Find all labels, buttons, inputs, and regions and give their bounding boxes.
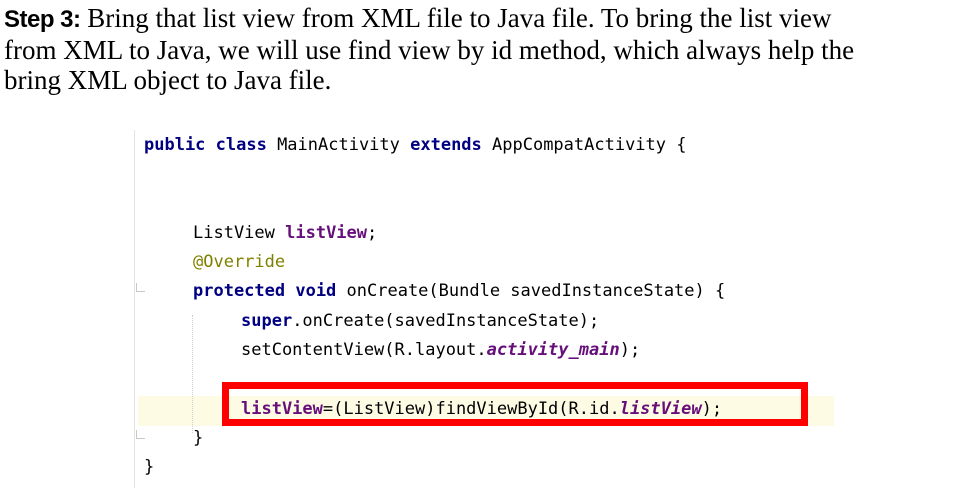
instruction-paragraph: Step 3: Bring that list view from XML fi… [4, 3, 949, 95]
code-text: } [193, 428, 204, 448]
code-line-annotation: @Override [193, 251, 285, 273]
field-name: activity_main [486, 340, 620, 360]
code-text: ; [367, 223, 378, 243]
code-text: AppCompatActivity { [481, 135, 687, 155]
keyword: super [241, 311, 293, 331]
code-line-super-call: super.onCreate(savedInstanceState); [241, 310, 599, 332]
code-line-method-decl: protected void onCreate(Bundle savedInst… [193, 280, 725, 302]
code-text: setContentView(R.layout. [241, 340, 487, 360]
editor-gutter-line [134, 130, 135, 488]
annotation: @Override [193, 252, 286, 272]
paragraph-line-2: from XML to Java, we will use find view … [4, 35, 855, 65]
fold-marker-icon [136, 430, 145, 439]
indent-guide [192, 315, 194, 433]
fold-marker-icon [136, 283, 145, 292]
code-line-class-decl: public class MainActivity extends AppCom… [144, 134, 686, 156]
field-name: listView [285, 223, 368, 243]
keyword: protected void [193, 281, 337, 301]
code-line-method-close: } [193, 427, 203, 449]
class-name: MainActivity [266, 135, 411, 155]
code-line-field-decl: ListView listView; [193, 222, 377, 244]
keyword: public class [144, 135, 267, 155]
code-text: ); [619, 340, 641, 360]
keyword: extends [410, 135, 482, 155]
paragraph-line-1: Step 3: Bring that list view from XML fi… [4, 3, 949, 35]
paragraph-line-3: bring XML object to Java file. [4, 65, 332, 95]
code-line-set-content-view: setContentView(R.layout.activity_main); [241, 339, 640, 361]
paragraph-line-1-text: Bring that list view from XML file to Ja… [80, 3, 832, 33]
code-text: .onCreate(savedInstanceState); [292, 311, 600, 331]
red-highlight-box [222, 382, 808, 426]
code-text: ListView [193, 223, 286, 243]
step-label: Step 3: [4, 6, 81, 33]
code-screenshot: public class MainActivity extends AppCom… [134, 130, 834, 488]
code-line-class-close: } [144, 456, 154, 478]
code-text: } [144, 457, 155, 477]
code-text: onCreate(Bundle savedInstanceState) { [336, 281, 726, 301]
